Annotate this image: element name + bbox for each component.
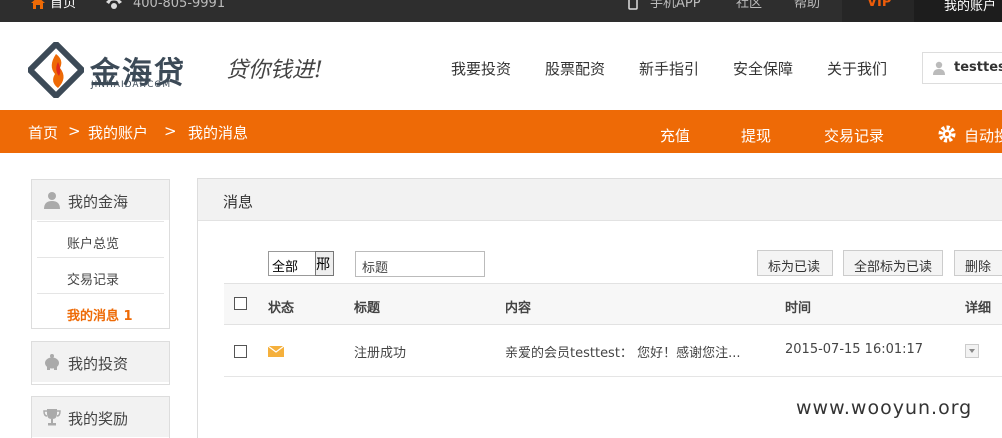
account-label: 我的账户 (944, 0, 997, 14)
logo-icon[interactable] (28, 42, 84, 98)
username: testtest (954, 60, 1002, 75)
nav-about-us[interactable]: 关于我们 (827, 58, 887, 79)
piggy-bank-icon (45, 354, 59, 370)
title-search-input[interactable]: 标题 (355, 251, 485, 277)
nav-invest[interactable]: 我要投资 (451, 58, 511, 79)
mark-all-read-label: 全部标为已读 (854, 260, 933, 275)
sidebar-section-header[interactable]: 我的投资 (32, 342, 169, 382)
breadcrumb-my-messages: 我的消息 (188, 124, 249, 142)
withdraw-link[interactable]: 提现 (741, 125, 771, 146)
sidebar-section-my-investments[interactable]: 我的投资 (31, 341, 170, 385)
breadcrumb-home[interactable]: 首页 (28, 122, 58, 143)
message-title[interactable]: 注册成功 (354, 342, 406, 361)
vip-label: VIP (867, 0, 892, 10)
mark-read-button[interactable]: 标为已读 (757, 250, 833, 276)
sidebar-section-header[interactable]: 我的金海 (32, 180, 169, 220)
table-row: 注册成功 亲爱的会员testtest： 您好！感谢您注... 2015-07-1… (224, 325, 1002, 377)
expand-detail-icon[interactable] (965, 344, 979, 358)
panel-title: 消息 (223, 193, 254, 211)
column-status: 状态 (268, 301, 295, 316)
top-bar: 首页 400-805-9991 手机APP 社区 帮助 VIP 我的账户 (0, 0, 1002, 22)
sidebar-item-account-overview[interactable]: 账户总览 (67, 233, 119, 252)
trophy-icon (43, 409, 61, 426)
title-search-text: 标题 (362, 261, 389, 276)
column-title: 标题 (354, 301, 381, 316)
status-filter-value: 全部 (272, 260, 299, 275)
sidebar-section-title: 我的奖励 (68, 410, 129, 428)
sidebar-item-transactions[interactable]: 交易记录 (67, 269, 119, 288)
phone-icon (106, 0, 122, 9)
divider (37, 257, 164, 258)
status-filter-select[interactable]: 全部 郉 (268, 251, 334, 276)
user-icon (933, 61, 945, 75)
status-filter-dropdown-button[interactable]: 郉 (315, 251, 334, 276)
column-content: 内容 (505, 301, 532, 316)
slogan: 贷你钱进! (226, 58, 323, 83)
watermark: www.wooyun.org (796, 397, 973, 419)
sidebar-item-my-messages[interactable]: 我的消息 1 (67, 305, 133, 324)
recharge-link[interactable]: 充值 (660, 125, 690, 146)
nav-beginner-guide[interactable]: 新手指引 (639, 58, 699, 79)
page: 首页 400-805-9991 手机APP 社区 帮助 VIP 我的账户 金海贷… (0, 0, 1002, 438)
column-time: 时间 (785, 301, 812, 316)
sidebar-section-title: 我的投资 (68, 355, 129, 373)
nav-security[interactable]: 安全保障 (733, 58, 793, 79)
home-icon (31, 0, 45, 9)
sidebar-section-title: 我的金海 (68, 193, 129, 211)
user-icon (44, 192, 60, 209)
panel-header: 消息 (198, 179, 1002, 221)
mark-all-read-button[interactable]: 全部标为已读 (843, 250, 943, 276)
transactions-link[interactable]: 交易记录 (824, 125, 884, 146)
delete-button[interactable]: 删除 (954, 250, 1002, 276)
breadcrumb-separator: > (164, 122, 177, 140)
top-app-link[interactable]: 手机APP (650, 0, 701, 13)
sidebar-section-my-jinhai: 我的金海 账户总览 交易记录 我的消息 1 (31, 179, 170, 329)
divider (37, 221, 164, 222)
sidebar-section-my-rewards[interactable]: 我的奖励 (31, 396, 170, 438)
header: 金海贷 JINHAIDAI.COM 贷你钱进! 我要投资 股票配资 新手指引 安… (0, 22, 1002, 110)
table-header: 状态 标题 内容 时间 详细 (224, 283, 1002, 325)
mobile-icon (628, 0, 638, 10)
brand-domain: JINHAIDAI.COM (91, 80, 172, 90)
delete-label: 删除 (965, 260, 992, 275)
row-checkbox[interactable] (234, 345, 247, 358)
divider (37, 293, 164, 294)
mark-read-label: 标为已读 (768, 260, 821, 275)
top-community-link[interactable]: 社区 (736, 0, 762, 13)
sub-navigation-bar: 首页 > 我的账户 > 我的消息 充值 提现 交易记录 自动投标 (0, 110, 1002, 153)
nav-stock-financing[interactable]: 股票配资 (545, 58, 605, 79)
select-all-checkbox[interactable] (234, 297, 247, 310)
user-menu[interactable]: testtest (922, 52, 1002, 84)
sidebar-section-header[interactable]: 我的奖励 (32, 397, 169, 437)
top-account-link[interactable]: 我的账户 (914, 0, 1002, 22)
top-help-link[interactable]: 帮助 (794, 0, 820, 13)
message-time: 2015-07-15 16:01:17 (785, 342, 924, 357)
envelope-icon (268, 346, 284, 357)
auto-bid-link[interactable]: 自动投标 (964, 125, 1002, 146)
top-vip-link[interactable]: VIP (842, 0, 914, 22)
gear-icon (938, 125, 956, 143)
dropdown-glyph: 郉 (316, 257, 330, 273)
message-content: 亲爱的会员testtest： 您好！感谢您注... (505, 346, 741, 361)
breadcrumb-my-account[interactable]: 我的账户 (88, 122, 148, 143)
top-home-link[interactable]: 首页 (50, 0, 76, 13)
column-detail: 详细 (965, 301, 992, 316)
breadcrumb-separator: > (68, 122, 81, 140)
hotline-number: 400-805-9991 (133, 0, 226, 11)
